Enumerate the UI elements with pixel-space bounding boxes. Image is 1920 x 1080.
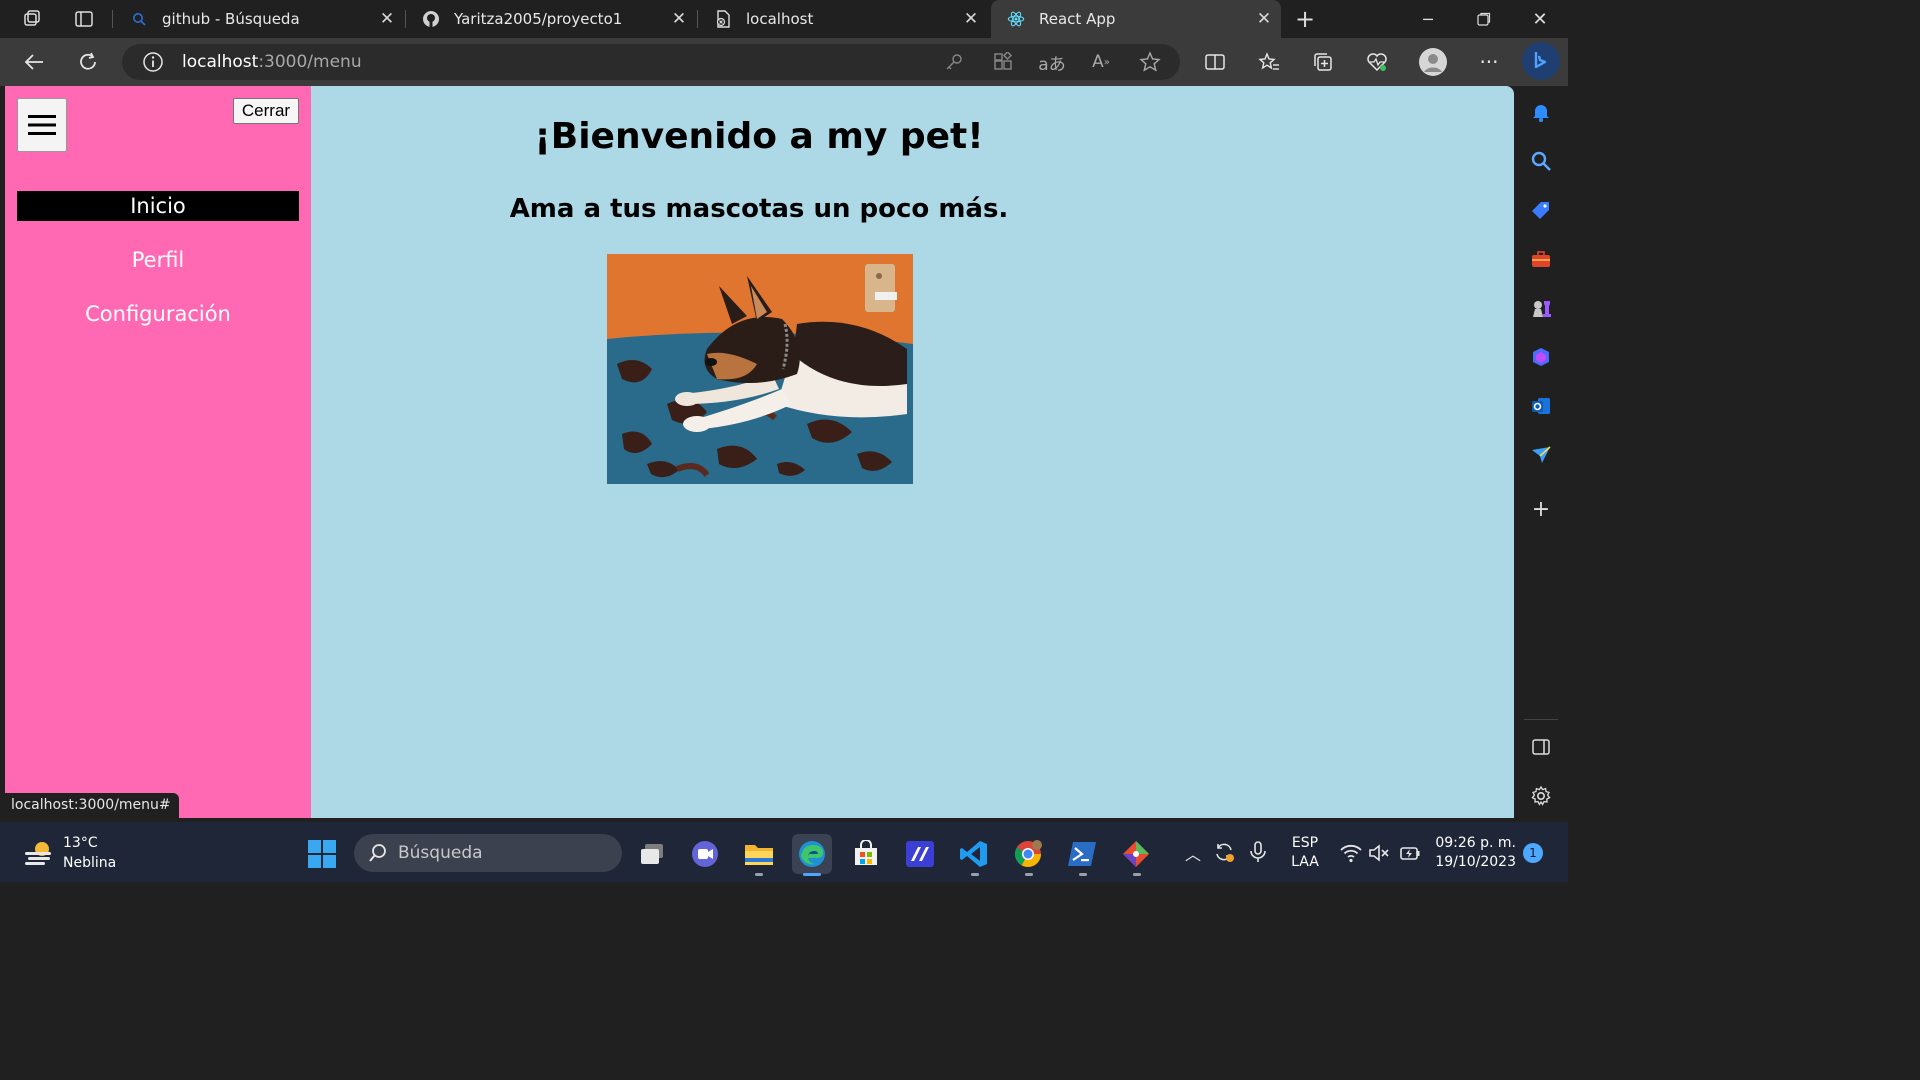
vscode-icon[interactable] [954,834,994,874]
notification-count-badge[interactable]: 1 [1523,843,1543,863]
tab-label: localhost [746,10,814,28]
input-language[interactable]: ESP [1290,835,1320,851]
add-sidebar-app-icon[interactable]: + [1526,494,1556,524]
start-windows-icon[interactable] [302,834,342,874]
microphone-icon[interactable] [1247,840,1269,866]
minimize-icon[interactable]: ─ [1408,4,1448,34]
drop-send-icon[interactable] [1526,440,1556,470]
menu-item-inicio[interactable]: Inicio [17,191,299,221]
split-screen-icon[interactable] [1199,46,1231,78]
hide-sidebar-icon[interactable] [1526,732,1556,762]
menu-item-perfil[interactable]: Perfil [17,245,299,275]
powershell-icon[interactable] [1062,834,1102,874]
outlook-icon[interactable] [1526,391,1556,421]
refresh-icon[interactable] [72,46,104,78]
sidebar-divider [1524,719,1558,720]
taskbar-search-input[interactable]: Búsqueda [354,834,622,872]
search-icon[interactable] [1526,146,1556,176]
hamburger-menu-button[interactable] [17,98,67,152]
clock-date[interactable]: 19/10/2023 [1434,854,1516,870]
status-link-preview: localhost:3000/menu# [5,793,179,818]
battery-charging-icon[interactable] [1398,842,1422,864]
search-placeholder: Búsqueda [398,843,483,863]
close-tab-icon[interactable]: ✕ [954,9,988,29]
sidebar-menu: Cerrar Inicio Perfil Configuración [5,86,311,818]
github-icon [422,10,440,28]
read-aloud-icon[interactable]: A» [1085,46,1117,78]
page-title: ¡Bienvenido a my pet! [534,116,984,157]
search-icon [130,10,148,28]
input-language-layout[interactable]: LAA [1290,854,1320,870]
url-text[interactable]: localhost:3000/menu [182,50,362,74]
tab-localhost[interactable]: localhost ✕ [698,0,988,38]
close-window-icon[interactable]: ✕ [1520,4,1560,34]
collections-icon[interactable] [1307,46,1339,78]
profile-avatar[interactable] [1417,46,1449,78]
workspaces-icon[interactable] [18,6,46,32]
games-chess-icon[interactable] [1526,293,1556,323]
favorites-icon[interactable] [1253,46,1285,78]
weather-fog-icon[interactable] [22,838,56,868]
site-info-icon[interactable] [142,51,164,73]
tab-label: Yaritza2005/proyecto1 [454,10,623,28]
bing-copilot-icon[interactable] [1522,42,1560,80]
url-path: :3000/menu [258,52,362,72]
tab-react-app[interactable]: React App ✕ [991,0,1281,38]
close-tab-icon[interactable]: ✕ [662,9,696,29]
favorite-star-icon[interactable] [1134,46,1166,78]
file-explorer-icon[interactable] [739,834,779,874]
running-indicator [1079,873,1087,876]
chrome-icon[interactable] [1008,834,1048,874]
more-options-icon[interactable]: ··· [1473,46,1505,78]
task-view-icon[interactable] [632,834,672,874]
weather-description[interactable]: Neblina [63,855,116,871]
tab-github-search[interactable]: github - Búsqueda ✕ [114,0,404,38]
visual-studio-icon[interactable] [900,834,940,874]
pet-photo [607,254,913,484]
react-icon [1007,10,1025,28]
running-indicator [971,873,979,876]
url-host: localhost [182,52,259,72]
key-icon[interactable] [938,46,970,78]
tab-actions-icon[interactable] [70,6,98,32]
apps-icon[interactable] [987,46,1019,78]
notification-bell-icon[interactable] [1526,97,1556,127]
page-subtitle: Ama a tus mascotas un poco más. [509,194,1009,224]
microsoft-365-icon[interactable] [1526,342,1556,372]
settings-gear-icon[interactable] [1526,781,1556,811]
chevron-up-icon[interactable]: ︿ [1182,842,1204,864]
page-error-icon [714,10,732,28]
tools-briefcase-icon[interactable] [1526,244,1556,274]
close-menu-button[interactable]: Cerrar [233,98,299,124]
menu-item-configuracion[interactable]: Configuración [17,299,299,329]
active-app-indicator [803,873,821,876]
new-tab-icon[interactable]: + [1290,4,1320,34]
search-icon [368,843,388,863]
close-tab-icon[interactable]: ✕ [370,9,404,29]
windows-taskbar [0,822,1568,882]
tab-github-repo[interactable]: Yaritza2005/proyecto1 ✕ [406,0,696,38]
tab-separator [112,10,113,28]
tab-label: React App [1039,10,1116,28]
running-indicator [1025,873,1033,876]
wifi-icon[interactable] [1339,842,1363,864]
running-indicator [1133,873,1141,876]
page-viewport: Cerrar Inicio Perfil Configuración ¡Bien… [5,86,1514,818]
volume-muted-icon[interactable] [1368,842,1392,864]
translate-icon[interactable]: aあ [1036,46,1068,78]
back-icon[interactable] [18,46,50,78]
teams-chat-icon[interactable] [685,834,725,874]
sync-icon[interactable] [1212,840,1236,866]
edge-browser-icon[interactable] [792,834,832,874]
close-tab-icon[interactable]: ✕ [1247,9,1281,29]
weather-temperature[interactable]: 13°C [63,835,98,851]
tab-label: github - Búsqueda [162,10,300,28]
browser-essentials-icon[interactable] [1361,46,1393,78]
running-indicator [755,873,763,876]
git-gui-icon[interactable] [1116,834,1156,874]
restore-icon[interactable] [1464,4,1504,34]
clock-time[interactable]: 09:26 p. m. [1434,835,1516,851]
microsoft-store-icon[interactable] [846,834,886,874]
shopping-tag-icon[interactable] [1526,195,1556,225]
